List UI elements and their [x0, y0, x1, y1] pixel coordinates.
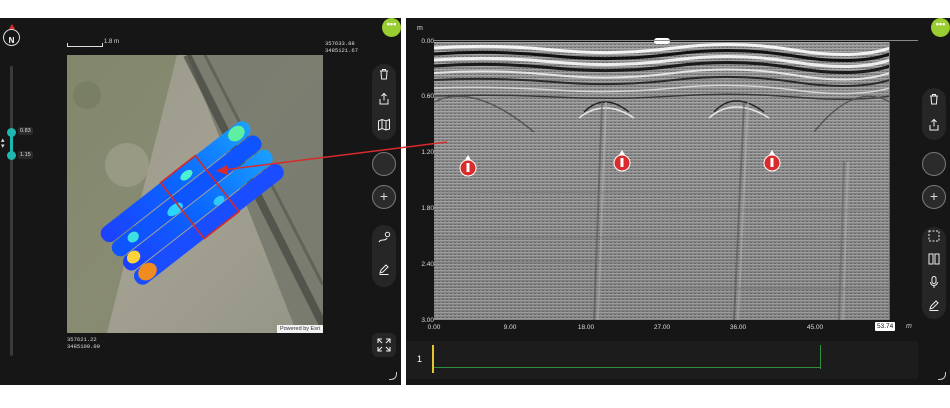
annotation-arrow [216, 141, 448, 175]
